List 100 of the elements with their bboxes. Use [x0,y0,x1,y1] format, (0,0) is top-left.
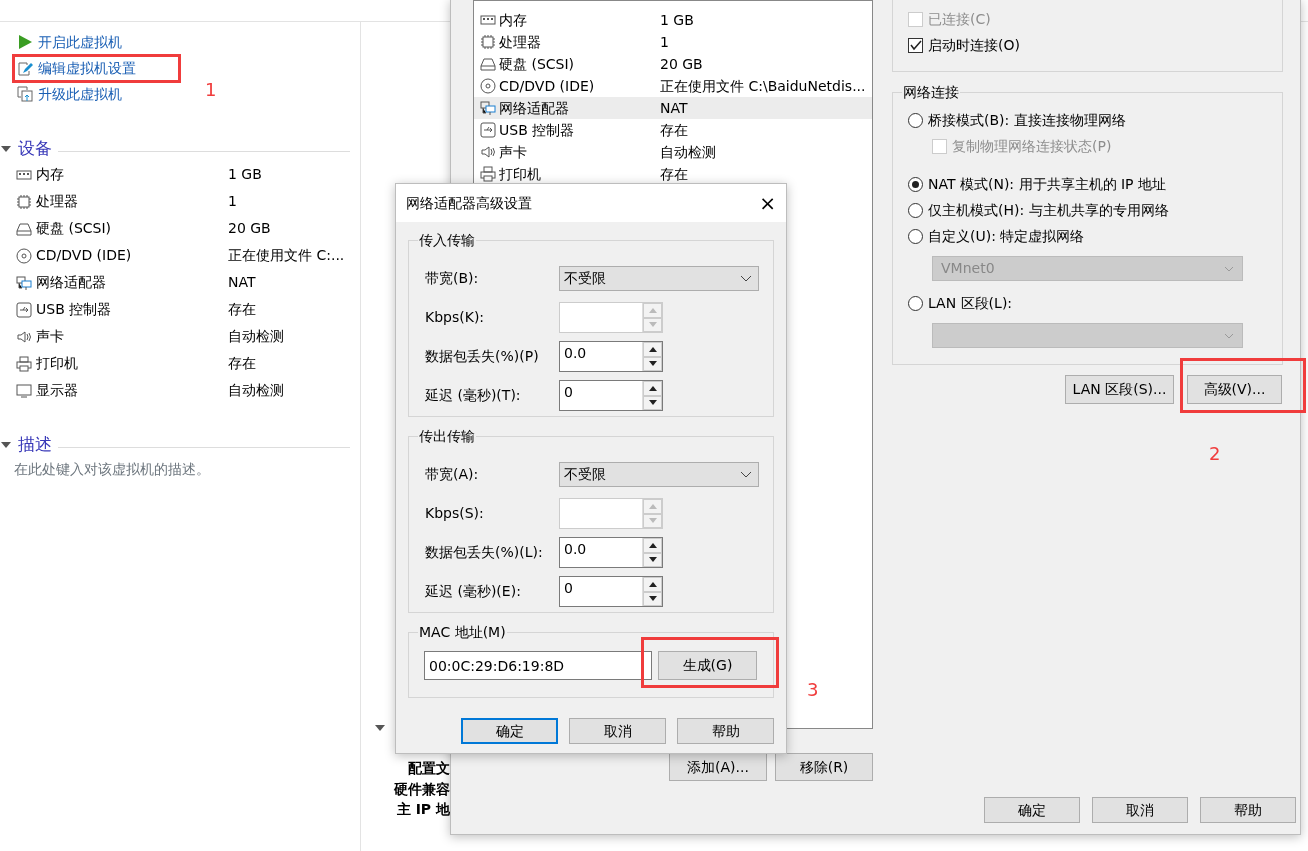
dropdown-icon [1224,332,1234,339]
device-name: 硬盘 (SCSI) [36,219,112,238]
generate-button[interactable]: 生成(G) [658,651,757,680]
radio-option[interactable]: 仅主机模式(H): 与主机共享的专用网络 [908,197,1267,223]
device-name: 网络适配器 [36,273,106,292]
usb-icon [480,122,496,138]
spin-field[interactable]: 0 [559,576,663,607]
step-number: 1 [205,78,217,102]
device-value: 1 [228,192,237,211]
down-arrow-icon[interactable] [648,596,657,602]
radio-option[interactable]: 自定义(U): 特定虚拟网络 [908,223,1267,249]
play-icon [17,34,33,50]
description-placeholder[interactable]: 在此处键入对该虚拟机的描述。 [0,459,360,480]
device-row[interactable]: 网络适配器 NAT [474,97,872,119]
bandwidth-select[interactable]: 不受限 [559,462,759,487]
mac-field[interactable]: 00:0C:29:D6:19:8D [424,651,652,680]
spin-field[interactable]: 0 [559,380,663,411]
device-row[interactable]: 内存 1 GB [474,9,872,31]
device-row[interactable]: 打印机 存在 [474,163,872,185]
chip-icon [16,193,32,210]
down-arrow-icon[interactable] [648,557,657,563]
usb-icon [16,301,32,318]
device-name: CD/DVD (IDE) [36,246,132,265]
detail-label: 配置文 [407,759,450,778]
device-row[interactable]: 硬盘 (SCSI) 20 GB [474,53,872,75]
up-arrow-icon[interactable] [648,346,657,352]
device-row[interactable]: 处理器 1 [474,31,872,53]
chip-icon [480,34,496,50]
device-value: 自动检测 [228,381,284,400]
device-value: 存在 [228,300,256,319]
dropdown-icon [1224,265,1234,272]
field-label: 数据包丢失(%)(L): [425,543,544,562]
section-title: 设备 [18,137,52,161]
edit-icon [17,60,33,76]
dialog-title: 网络适配器高级设置 [406,193,532,213]
device-name: 声卡 [36,327,64,346]
dialog-button[interactable]: 取消 [1092,797,1188,823]
drive-icon [16,220,32,237]
device-value: 自动检测 [228,327,284,346]
action-link[interactable]: 升级此虚拟机 [0,81,122,107]
radio-option[interactable]: LAN 区段(L): [908,290,1267,316]
detail-label: 主 IP 地 [395,800,450,819]
radio-option[interactable]: 桥接模式(B): 直接连接物理网络 [908,107,1267,133]
field-label: 数据包丢失(%)(P) [425,347,540,366]
up-arrow-icon[interactable] [648,542,657,548]
device-name: 内存 [36,165,64,184]
up-arrow-icon[interactable] [648,385,657,391]
list-button[interactable]: 移除(R) [775,753,873,781]
dropdown-icon [740,275,752,282]
checkbox-option[interactable]: 启动时连接(O) [908,32,1267,58]
device-name: 打印机 [36,354,78,373]
network-icon [480,100,496,116]
bandwidth-select[interactable]: 不受限 [559,266,759,291]
speaker-icon [480,144,496,160]
dialog-button[interactable]: 确定 [984,797,1080,823]
close-button[interactable]: × [759,188,776,218]
down-arrow-icon[interactable] [648,400,657,406]
device-value: 正在使用文件 C:... [228,246,345,265]
field-label: Kbps(K): [425,308,486,327]
field-label: 延迟 (毫秒)(T): [425,386,522,405]
network-button[interactable]: 高级(V)... [1187,375,1282,404]
memory-icon [480,12,496,28]
field-label: 带宽(B): [425,269,480,288]
device-value: 存在 [228,354,256,373]
dialog-button[interactable]: 帮助 [1200,797,1296,823]
device-row[interactable]: CD/DVD (IDE) 正在使用文件 C:\BaiduNetdis... [474,75,872,97]
device-name: USB 控制器 [36,300,112,319]
device-name: 显示器 [36,381,78,400]
action-link[interactable]: 开启此虚拟机 [0,29,122,55]
section-title: 描述 [18,433,52,457]
device-value: 1 GB [228,165,262,184]
device-row[interactable]: USB 控制器 存在 [474,119,872,141]
field-label: 带宽(A): [425,465,480,484]
drive-icon [480,56,496,72]
radio-option[interactable]: NAT 模式(N): 用于共享主机的 IP 地址 [908,171,1267,197]
printer-icon [480,166,496,182]
dialog-button[interactable]: 确定 [461,718,558,744]
upgrade-icon [17,86,33,102]
dialog-button[interactable]: 取消 [569,718,666,744]
group-title: 传入传输 [418,230,476,251]
device-value: NAT [228,273,256,292]
spin-field[interactable]: 0.0 [559,537,663,568]
dropdown-icon [740,471,752,478]
speaker-icon [16,328,32,345]
monitor-icon [16,382,32,399]
up-arrow-icon[interactable] [648,581,657,587]
network-icon [16,274,32,291]
disc-icon [16,247,32,264]
spin-field[interactable]: 0.0 [559,341,663,372]
network-button[interactable]: LAN 区段(S)... [1065,375,1174,404]
step-number: 2 [1209,442,1221,466]
dialog-button[interactable]: 帮助 [677,718,774,744]
device-row[interactable]: 声卡 自动检测 [474,141,872,163]
down-arrow-icon[interactable] [648,361,657,367]
device-name: 处理器 [36,192,78,211]
list-button[interactable]: 添加(A)... [669,753,767,781]
field-label: Kbps(S): [425,504,485,523]
network-select: VMnet0 [932,256,1243,281]
action-link[interactable]: 编辑虚拟机设置 [0,55,136,81]
checkmark-icon [909,39,922,51]
